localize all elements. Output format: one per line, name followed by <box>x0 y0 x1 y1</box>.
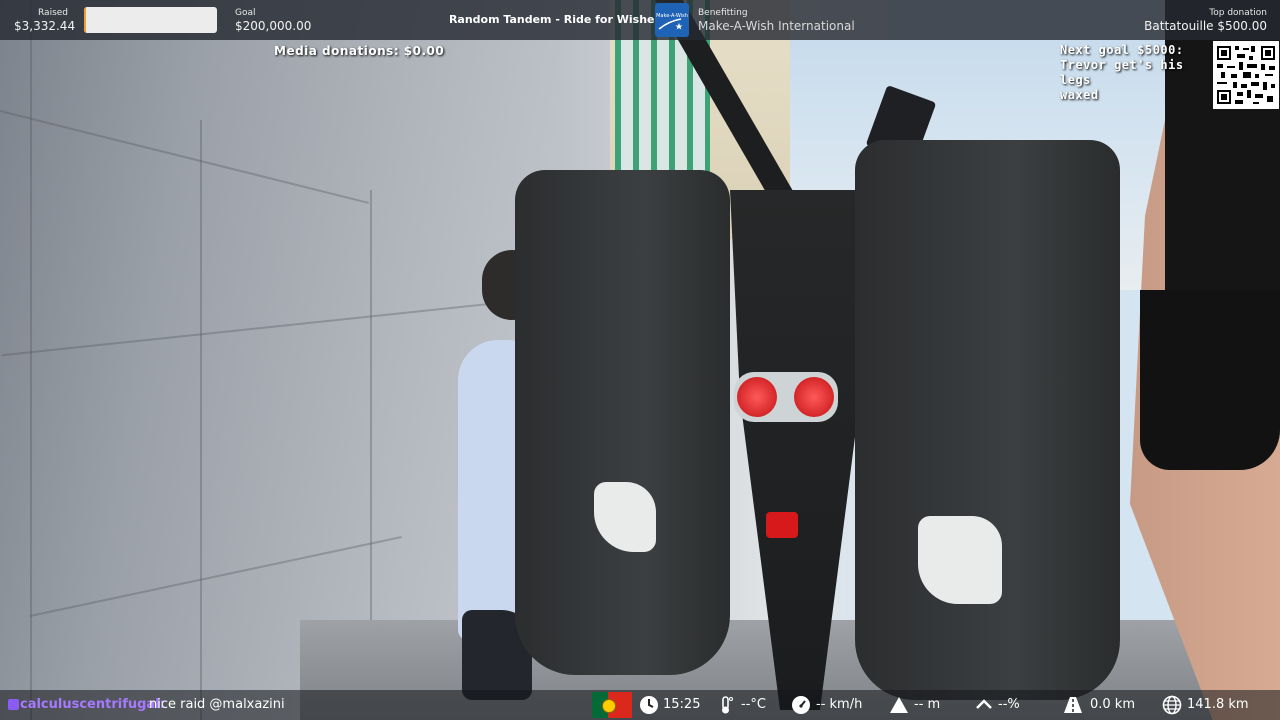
grade-value: --% <box>998 697 1020 712</box>
media-donations: Media donations: $0.00 <box>274 44 445 58</box>
goal-value: $200,000.00 <box>235 19 312 33</box>
camera-view <box>0 0 1280 720</box>
right-pannier <box>855 140 1120 700</box>
globe-icon <box>1162 695 1182 715</box>
top-donation-label: Top donation <box>1209 8 1267 18</box>
stream-title: Random Tandem - Ride for Wishes <box>448 13 662 26</box>
make-a-wish-logo: Make-A-Wish <box>655 3 689 37</box>
donation-bar: Raised $3,332.44 Goal $200,000.00 Random… <box>0 0 1280 40</box>
right-pannier-reflector <box>918 516 1002 604</box>
speedometer-icon <box>792 696 810 714</box>
next-goal-text: Next goal $5000: Trevor get's his legs w… <box>1060 43 1215 103</box>
next-goal-line-1: Next goal $5000: <box>1060 43 1184 57</box>
left-pannier <box>515 170 730 675</box>
altitude-value: -- m <box>914 697 941 712</box>
raised-value: $3,332.44 <box>14 19 76 33</box>
road-icon <box>1064 697 1082 713</box>
next-goal-line-3: waxed <box>1060 88 1099 102</box>
goal-label: Goal <box>235 8 256 18</box>
qr-code-icon[interactable] <box>1213 41 1279 109</box>
rear-reflector <box>766 512 798 538</box>
speed-value: -- km/h <box>816 697 863 712</box>
benefitting-label: Benefitting <box>698 8 748 18</box>
time-value: 15:25 <box>663 697 701 712</box>
chat-username[interactable]: calculuscentrifugal: <box>20 697 165 712</box>
thermometer-icon <box>722 696 733 714</box>
chat-message: nice raid @malxazini <box>149 697 285 712</box>
donation-progress-bar <box>84 7 217 33</box>
svg-text:Make-A-Wish: Make-A-Wish <box>656 13 688 19</box>
next-goal-line-2: Trevor get's his legs <box>1060 58 1184 87</box>
benefitting-value: Make-A-Wish International <box>698 19 855 33</box>
chevron-up-icon <box>976 699 992 709</box>
distance-total-value: 141.8 km <box>1187 697 1249 712</box>
portugal-flag-icon <box>592 692 632 718</box>
clock-icon <box>640 696 658 714</box>
raised-label: Raised <box>38 8 69 18</box>
mountain-icon <box>890 697 908 713</box>
donation-progress-fill <box>84 7 87 33</box>
top-donation-value: Battatouille $500.00 <box>1144 19 1267 33</box>
temperature-value: --°C <box>741 697 766 712</box>
rear-light <box>734 372 838 422</box>
distance-today-value: 0.0 km <box>1090 697 1135 712</box>
person-right-shorts <box>1140 290 1280 470</box>
chat-badge-icon <box>8 699 19 710</box>
